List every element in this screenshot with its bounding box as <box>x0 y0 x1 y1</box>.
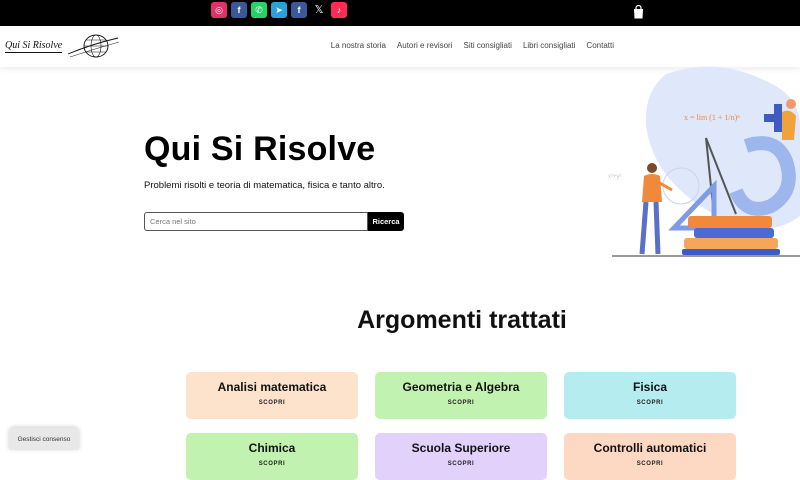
search-form: Ricerca <box>144 212 404 231</box>
topic-card[interactable]: Chimica SCOPRI <box>186 433 358 480</box>
facebook-icon[interactable]: f <box>231 2 247 18</box>
section-title: Argomenti trattati <box>357 306 567 334</box>
svg-text:x = lim (1 + 1/n)ⁿ: x = lim (1 + 1/n)ⁿ <box>684 113 740 122</box>
hero-title: Qui Si Risolve <box>144 130 376 168</box>
x-icon[interactable]: 𝕏 <box>311 2 327 18</box>
topic-card[interactable]: Geometria e Algebra SCOPRI <box>375 372 547 419</box>
site-logo[interactable]: Qui Si Risolve <box>5 32 120 60</box>
nav-link[interactable]: Contatti <box>586 41 614 50</box>
social-links: ◎ f ✆ ➤ f 𝕏 ♪ <box>211 2 347 18</box>
search-input[interactable] <box>144 212 368 231</box>
nav-link[interactable]: Libri consigliati <box>523 41 575 50</box>
topic-card-cta[interactable]: SCOPRI <box>375 461 547 467</box>
tiktok-icon[interactable]: ♪ <box>331 2 347 18</box>
topic-card-cta[interactable]: SCOPRI <box>375 400 547 406</box>
logo-text: Qui Si Risolve <box>5 39 63 53</box>
facebook-icon[interactable]: f <box>291 2 307 18</box>
main-nav: La nostra storia Autori e revisori Siti co… <box>320 41 614 50</box>
nav-link[interactable]: Autori e revisori <box>397 41 453 50</box>
nav-link[interactable]: La nostra storia <box>331 41 386 50</box>
telegram-icon[interactable]: ➤ <box>271 2 287 18</box>
top-social-bar: ◎ f ✆ ➤ f 𝕏 ♪ <box>0 0 800 26</box>
hero-illustration: x = lim (1 + 1/n)ⁿ x²+y² <box>608 66 800 257</box>
globe-logo-icon <box>68 34 120 58</box>
topic-card[interactable]: Analisi matematica SCOPRI <box>186 372 358 419</box>
topic-card-cta[interactable]: SCOPRI <box>564 461 736 467</box>
topic-card-title: Scuola Superiore <box>411 441 511 455</box>
consent-button[interactable]: Gestisci consenso <box>9 428 79 450</box>
topic-card[interactable]: Controlli automatici SCOPRI <box>564 433 736 480</box>
topic-card[interactable]: Fisica SCOPRI <box>564 372 736 419</box>
topic-card-cta[interactable]: SCOPRI <box>564 400 736 406</box>
site-header: Qui Si Risolve La nostra storia Autori e … <box>0 26 800 67</box>
instagram-icon[interactable]: ◎ <box>211 2 227 18</box>
topic-card-title: Controlli automatici <box>593 441 707 455</box>
topic-card[interactable]: Scuola Superiore SCOPRI <box>375 433 547 480</box>
topic-card-cta[interactable]: SCOPRI <box>186 461 358 467</box>
search-button[interactable]: Ricerca <box>368 212 404 231</box>
topic-card-title: Fisica <box>632 380 668 394</box>
topic-card-title: Geometria e Algebra <box>402 380 520 394</box>
hero-subtitle: Problemi risolti e teoria di matematica,… <box>144 180 385 191</box>
topic-card-title: Chimica <box>248 441 296 455</box>
topic-card-cta[interactable]: SCOPRI <box>186 400 358 406</box>
nav-link[interactable]: Siti consigliati <box>463 41 511 50</box>
whatsapp-icon[interactable]: ✆ <box>251 2 267 18</box>
svg-text:x²+y²: x²+y² <box>608 174 622 180</box>
shopping-bag-icon[interactable] <box>633 5 644 19</box>
topic-card-title: Analisi matematica <box>217 380 327 394</box>
